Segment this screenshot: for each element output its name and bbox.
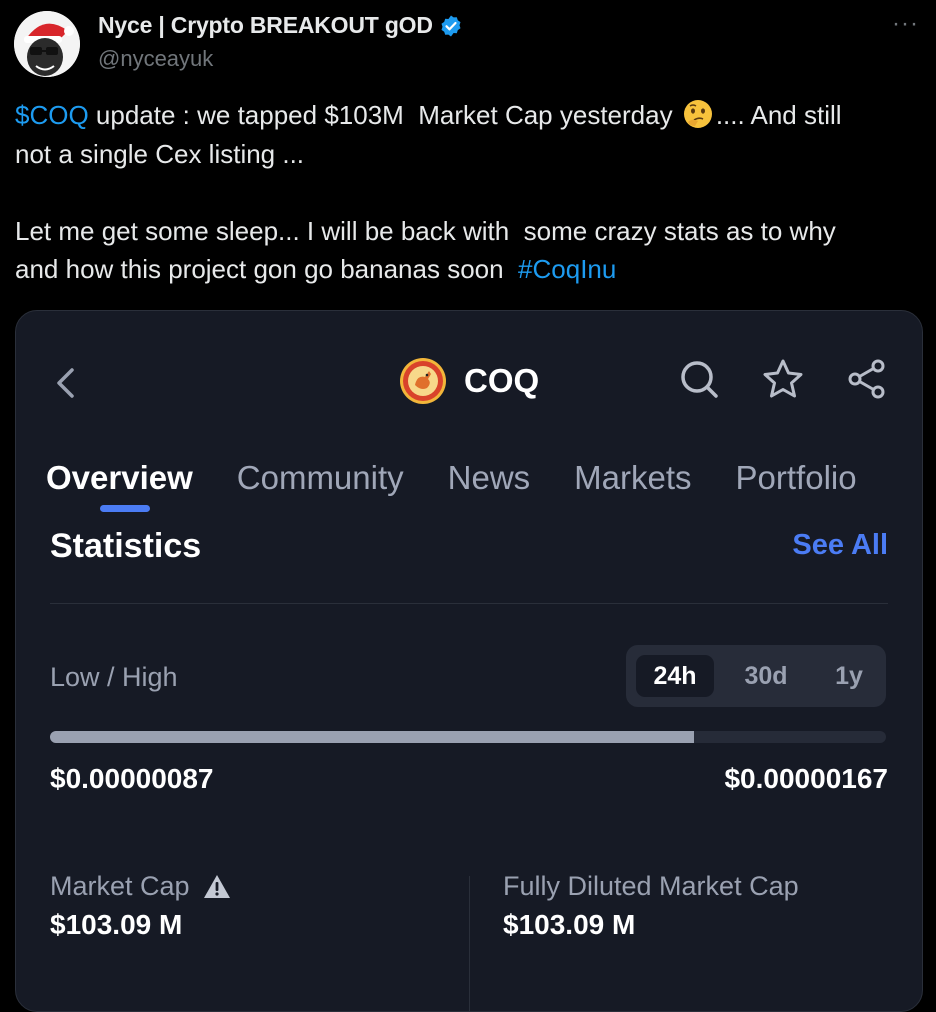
tab-community[interactable]: Community — [237, 459, 404, 497]
period-selector: 24h 30d 1y — [626, 645, 886, 707]
thinking-face-icon — [683, 100, 712, 128]
tab-portfolio[interactable]: Portfolio — [736, 459, 857, 497]
coin-title: COQ — [464, 362, 540, 399]
tab-overview[interactable]: Overview — [46, 459, 193, 512]
market-cap-label: Market Cap — [50, 871, 190, 901]
verified-badge-icon — [441, 15, 461, 36]
author-handle[interactable]: @nyceayuk — [98, 46, 213, 72]
tweet-line-4: and how this project gon go bananas soon — [15, 254, 519, 284]
tweet-line-1: update : we tapped $103M Market Cap yest… — [88, 100, 680, 130]
star-icon[interactable] — [760, 356, 806, 402]
low-value: $0.00000087 — [50, 763, 214, 794]
back-arrow-icon[interactable] — [52, 366, 78, 400]
author-name-row[interactable]: Nyce | Crypto BREAKOUT gOD — [98, 12, 463, 39]
range-bar — [50, 731, 886, 743]
author-name[interactable]: Nyce | Crypto BREAKOUT gOD — [98, 12, 433, 39]
see-all-link[interactable]: See All — [792, 529, 888, 562]
market-cap-value: $103.09 M — [50, 909, 183, 940]
divider — [50, 603, 888, 604]
coq-logo-icon — [400, 358, 446, 404]
tab-bar: Overview Community News Markets Portfoli… — [46, 459, 857, 512]
search-icon[interactable] — [676, 356, 722, 402]
fdmc-label: Fully Diluted Market Cap — [503, 871, 799, 902]
tweet-line-3: Let me get some sleep... I will be back … — [15, 215, 836, 246]
market-cap-label-row: Market Cap — [50, 871, 232, 902]
warning-icon[interactable] — [202, 873, 232, 901]
low-high-label: Low / High — [50, 662, 178, 692]
range-bar-fill — [50, 731, 694, 743]
hashtag-link[interactable]: #CoqInu — [518, 254, 616, 284]
stats-divider — [469, 876, 470, 1011]
cashtag-link[interactable]: $COQ — [15, 100, 89, 130]
period-30d[interactable]: 30d — [726, 655, 806, 697]
tweet-line-1-tail: .... And still — [715, 100, 842, 130]
statistics-title: Statistics — [50, 527, 202, 565]
period-1y[interactable]: 1y — [814, 655, 884, 697]
attached-image[interactable]: COQ Overview Community News Markets Port… — [15, 310, 923, 1012]
tweet-line-2: not a single Cex listing ... — [15, 138, 305, 169]
more-options-icon[interactable]: ··· — [892, 10, 919, 38]
high-value: $0.00000167 — [724, 763, 888, 794]
period-24h[interactable]: 24h — [636, 655, 714, 697]
tab-news[interactable]: News — [448, 459, 531, 497]
fdmc-label-text: Fully Diluted Market Cap — [503, 871, 799, 901]
share-icon[interactable] — [844, 356, 890, 402]
tweet-text: $COQ update : we tapped $103M Market Cap… — [15, 96, 915, 289]
fdmc-value: $103.09 M — [503, 909, 636, 940]
author-avatar[interactable] — [14, 11, 80, 77]
tab-markets[interactable]: Markets — [574, 459, 691, 497]
